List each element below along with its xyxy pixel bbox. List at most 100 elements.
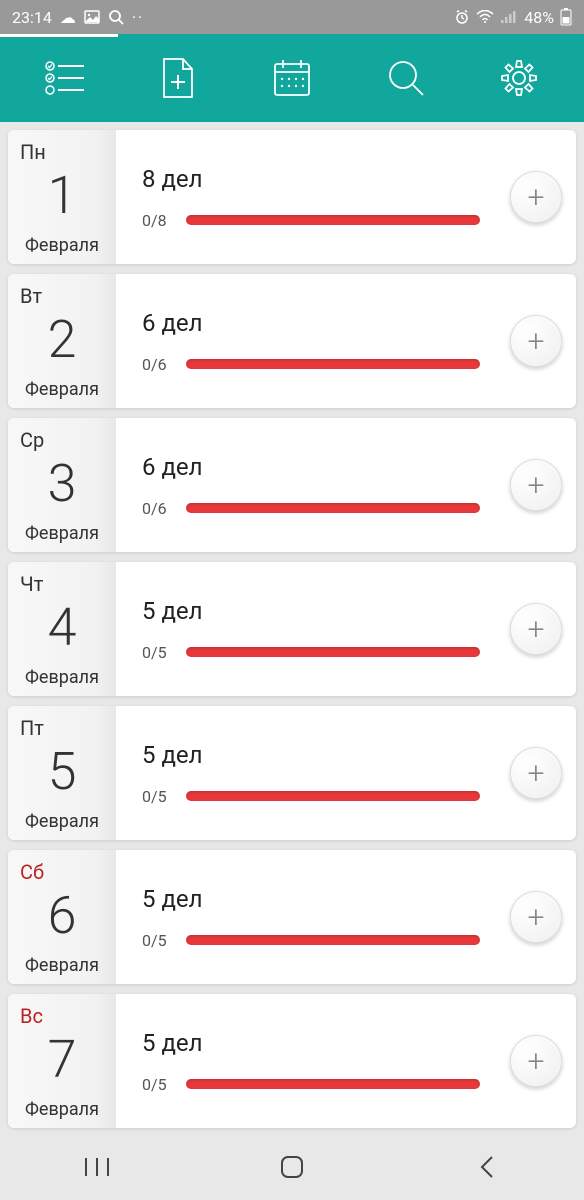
date-number: 4 <box>48 602 77 654</box>
nav-bar <box>0 1134 584 1200</box>
task-column: 6 дел 0/6 <box>116 418 496 552</box>
cloud-icon: ☁ <box>60 8 76 27</box>
status-indicator <box>0 34 118 37</box>
add-column: + <box>496 274 576 408</box>
weekday-label: Пт <box>20 716 44 740</box>
day-card[interactable]: Пн 1 Февраля 8 дел 0/8 + <box>8 130 576 264</box>
task-count: 5 дел <box>142 741 480 769</box>
wifi-icon <box>476 10 494 24</box>
date-column: Пн 1 Февраля <box>8 130 116 264</box>
add-task-button[interactable]: + <box>510 747 562 799</box>
progress-bar <box>186 647 480 657</box>
add-column: + <box>496 850 576 984</box>
month-label: Февраля <box>25 811 99 832</box>
signal-icon <box>500 10 518 24</box>
recent-apps-button[interactable] <box>57 1147 137 1187</box>
back-button[interactable] <box>447 1147 527 1187</box>
day-card[interactable]: Вс 7 Февраля 5 дел 0/5 + <box>8 994 576 1128</box>
weekday-label: Чт <box>20 572 43 596</box>
month-label: Февраля <box>25 523 99 544</box>
dots-icon: ·· <box>132 8 144 27</box>
progress-bar <box>186 1079 480 1089</box>
month-label: Февраля <box>25 1099 99 1120</box>
progress-text: 0/5 <box>142 643 172 662</box>
date-column: Сб 6 Февраля <box>8 850 116 984</box>
progress-row: 0/6 <box>142 499 480 518</box>
task-count: 6 дел <box>142 309 480 337</box>
status-bar: 23:14 ☁ ·· 48% <box>0 0 584 34</box>
add-file-tab[interactable] <box>154 54 202 102</box>
add-column: + <box>496 130 576 264</box>
date-number: 1 <box>48 170 77 222</box>
add-task-button[interactable]: + <box>510 171 562 223</box>
add-task-button[interactable]: + <box>510 1035 562 1087</box>
progress-text: 0/8 <box>142 211 172 230</box>
day-list[interactable]: Пн 1 Февраля 8 дел 0/8 + Вт 2 Февраля 6 … <box>0 122 584 1134</box>
weekday-label: Пн <box>20 140 46 164</box>
day-card[interactable]: Вт 2 Февраля 6 дел 0/6 + <box>8 274 576 408</box>
day-card[interactable]: Пт 5 Февраля 5 дел 0/5 + <box>8 706 576 840</box>
date-number: 3 <box>48 458 77 510</box>
add-task-button[interactable]: + <box>510 603 562 655</box>
progress-bar <box>186 791 480 801</box>
task-column: 5 дел 0/5 <box>116 562 496 696</box>
task-column: 5 дел 0/5 <box>116 850 496 984</box>
task-column: 5 дел 0/5 <box>116 706 496 840</box>
battery-text: 48% <box>524 8 554 27</box>
date-column: Вт 2 Февраля <box>8 274 116 408</box>
progress-bar <box>186 503 480 513</box>
search-status-icon <box>108 9 124 25</box>
progress-text: 0/6 <box>142 355 172 374</box>
image-icon <box>84 9 100 25</box>
add-column: + <box>496 706 576 840</box>
toolbar <box>0 34 584 122</box>
date-column: Чт 4 Февраля <box>8 562 116 696</box>
task-count: 6 дел <box>142 453 480 481</box>
weekday-label: Сб <box>20 860 44 884</box>
settings-tab[interactable] <box>495 54 543 102</box>
add-column: + <box>496 562 576 696</box>
date-number: 5 <box>48 746 77 798</box>
date-number: 7 <box>48 1034 77 1086</box>
calendar-tab[interactable] <box>268 54 316 102</box>
progress-bar <box>186 359 480 369</box>
day-card[interactable]: Ср 3 Февраля 6 дел 0/6 + <box>8 418 576 552</box>
date-number: 6 <box>48 890 77 942</box>
status-time: 23:14 <box>12 8 52 27</box>
day-card[interactable]: Чт 4 Февраля 5 дел 0/5 + <box>8 562 576 696</box>
add-column: + <box>496 418 576 552</box>
progress-row: 0/5 <box>142 643 480 662</box>
progress-text: 0/5 <box>142 787 172 806</box>
month-label: Февраля <box>25 955 99 976</box>
add-task-button[interactable]: + <box>510 459 562 511</box>
search-tab[interactable] <box>382 54 430 102</box>
progress-bar <box>186 215 480 225</box>
task-count: 5 дел <box>142 1029 480 1057</box>
home-button[interactable] <box>252 1147 332 1187</box>
progress-row: 0/5 <box>142 1075 480 1094</box>
weekday-label: Ср <box>20 428 44 452</box>
progress-text: 0/5 <box>142 931 172 950</box>
task-count: 5 дел <box>142 597 480 625</box>
task-column: 6 дел 0/6 <box>116 274 496 408</box>
date-column: Ср 3 Февраля <box>8 418 116 552</box>
date-number: 2 <box>48 314 77 366</box>
month-label: Февраля <box>25 667 99 688</box>
day-card[interactable]: Сб 6 Февраля 5 дел 0/5 + <box>8 850 576 984</box>
month-label: Февраля <box>25 235 99 256</box>
progress-bar <box>186 935 480 945</box>
task-column: 5 дел 0/5 <box>116 994 496 1128</box>
progress-text: 0/5 <box>142 1075 172 1094</box>
date-column: Пт 5 Февраля <box>8 706 116 840</box>
progress-row: 0/5 <box>142 931 480 950</box>
add-task-button[interactable]: + <box>510 315 562 367</box>
weekday-label: Вс <box>20 1004 43 1028</box>
add-task-button[interactable]: + <box>510 891 562 943</box>
progress-text: 0/6 <box>142 499 172 518</box>
battery-icon <box>560 8 572 26</box>
weekday-label: Вт <box>20 284 42 308</box>
list-tab[interactable] <box>41 54 89 102</box>
progress-row: 0/8 <box>142 211 480 230</box>
task-column: 8 дел 0/8 <box>116 130 496 264</box>
month-label: Февраля <box>25 379 99 400</box>
